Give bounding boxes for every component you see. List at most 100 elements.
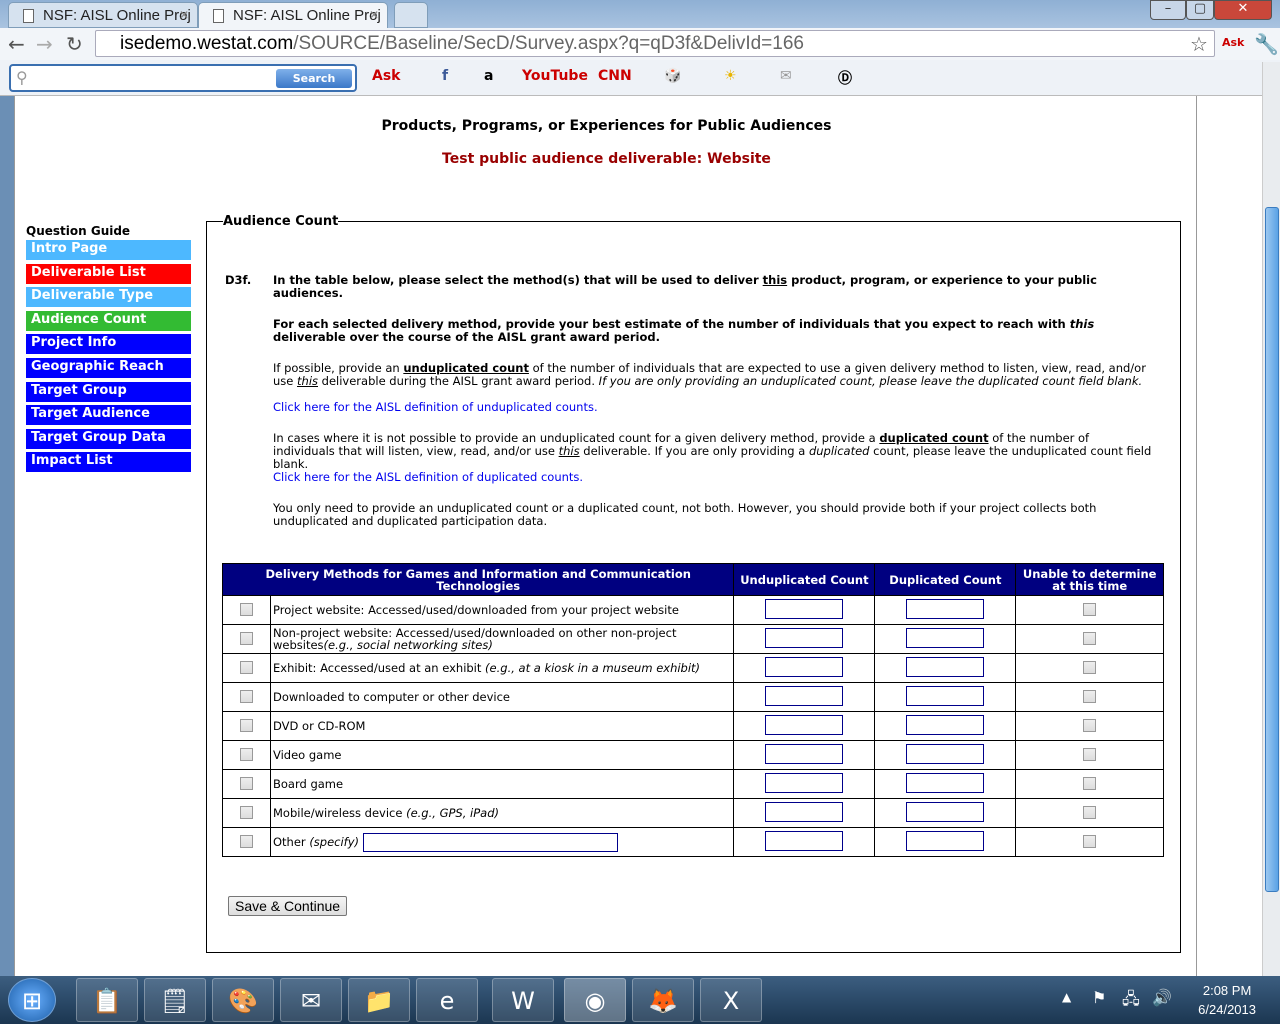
- facebook-icon[interactable]: f: [442, 68, 448, 84]
- toolbar-search-button[interactable]: Search: [276, 69, 352, 88]
- guide-item-impact-list[interactable]: Impact List: [26, 452, 191, 473]
- method-checkbox[interactable]: [240, 631, 253, 645]
- amazon-icon[interactable]: a: [484, 68, 493, 84]
- clock[interactable]: 2:08 PM 6/24/2013: [1198, 981, 1256, 1019]
- wrench-icon[interactable]: 🔧: [1254, 32, 1279, 56]
- unable-to-determine-checkbox[interactable]: [1083, 747, 1097, 761]
- unable-to-determine-checkbox[interactable]: [1083, 689, 1097, 703]
- duplicated-definition-link[interactable]: Click here for the AISL definition of du…: [273, 471, 583, 484]
- guide-item-audience-count[interactable]: Audience Count: [26, 310, 191, 331]
- ask-icon[interactable]: Ask: [372, 68, 400, 84]
- unduplicated-count-input[interactable]: [765, 744, 844, 764]
- chrome-taskbar-icon[interactable]: ◉: [564, 978, 626, 1022]
- guide-item-deliverable-list[interactable]: Deliverable List: [26, 263, 191, 284]
- duplicated-count-input[interactable]: [906, 628, 985, 648]
- network-icon[interactable]: 🖧: [1122, 988, 1140, 1015]
- guide-item-geographic-reach[interactable]: Geographic Reach: [26, 357, 191, 378]
- guide-item-target-group-data[interactable]: Target Group Data: [26, 428, 191, 449]
- duplicated-count-input[interactable]: [906, 831, 985, 851]
- maximize-button[interactable]: ▢: [1186, 0, 1214, 20]
- weather-icon[interactable]: ☀: [724, 68, 737, 84]
- unduplicated-count-input[interactable]: [765, 831, 844, 851]
- method-checkbox[interactable]: [240, 689, 253, 703]
- method-checkbox[interactable]: [240, 660, 253, 674]
- outlook-taskbar-icon[interactable]: ✉: [280, 978, 342, 1022]
- sticky-notes-taskbar-icon[interactable]: 🗒: [144, 978, 206, 1022]
- unable-to-determine-checkbox[interactable]: [1083, 660, 1097, 674]
- method-label-cell: Downloaded to computer or other device: [269, 682, 735, 712]
- guide-item-project-info[interactable]: Project Info: [26, 334, 191, 355]
- duplicated-count-input[interactable]: [906, 715, 985, 735]
- instruction-1: In the table below, please select the me…: [273, 273, 1097, 300]
- guide-item-target-audience[interactable]: Target Audience: [26, 405, 191, 426]
- unduplicated-definition-link[interactable]: Click here for the AISL definition of un…: [273, 401, 598, 414]
- back-icon[interactable]: ←: [8, 32, 25, 56]
- method-checkbox[interactable]: [240, 747, 253, 761]
- dictionary-icon[interactable]: Ⓓ: [838, 68, 852, 88]
- duplicated-count-input[interactable]: [906, 802, 985, 822]
- paint-taskbar-icon[interactable]: 🎨: [212, 978, 274, 1022]
- instruction-2: For each selected delivery method, provi…: [273, 317, 1095, 344]
- reload-icon[interactable]: ↻: [66, 32, 83, 56]
- unduplicated-count-input[interactable]: [765, 628, 844, 648]
- save-continue-button[interactable]: Save & Continue: [228, 896, 348, 916]
- unduplicated-count-input[interactable]: [765, 802, 844, 822]
- guide-item-intro-page[interactable]: Intro Page: [26, 240, 191, 260]
- mail-icon[interactable]: ✉: [780, 68, 792, 84]
- firefox-taskbar-icon[interactable]: 🦊: [632, 978, 694, 1022]
- duplicated-count-input[interactable]: [906, 657, 985, 677]
- start-button[interactable]: ⊞: [8, 978, 56, 1022]
- unable-to-determine-checkbox[interactable]: [1083, 776, 1097, 790]
- other-specify-input[interactable]: [363, 832, 619, 852]
- tray-expand-icon[interactable]: ▲: [1062, 990, 1071, 1004]
- unduplicated-cell: [733, 624, 876, 654]
- page-margin: [1197, 96, 1262, 976]
- close-tab-icon[interactable]: ✕: [179, 8, 189, 22]
- explorer-taskbar-icon[interactable]: 📁: [348, 978, 410, 1022]
- youtube-icon[interactable]: YouTube: [522, 68, 588, 84]
- unduplicated-count-input[interactable]: [765, 599, 844, 619]
- duplicated-count-input[interactable]: [906, 599, 985, 619]
- duplicated-count-input[interactable]: [906, 686, 985, 706]
- star-icon[interactable]: ☆: [1190, 32, 1208, 56]
- word-taskbar-icon[interactable]: W: [492, 978, 554, 1022]
- unable-to-determine-checkbox[interactable]: [1083, 602, 1097, 616]
- method-checkbox[interactable]: [240, 834, 253, 848]
- browser-tab-active[interactable]: NSF: AISL Online Proj ✕: [198, 2, 388, 28]
- ask-extension-icon[interactable]: Ask: [1222, 36, 1244, 49]
- new-tab-button[interactable]: [394, 2, 428, 28]
- unable-to-determine-checkbox[interactable]: [1083, 718, 1097, 732]
- minimize-button[interactable]: –: [1150, 0, 1186, 20]
- unduplicated-count-input[interactable]: [765, 657, 844, 677]
- scrollbar[interactable]: [1262, 62, 1280, 976]
- duplicated-count-input[interactable]: [906, 773, 985, 793]
- toolbar-search-input[interactable]: ⚲ Search: [9, 64, 357, 92]
- table-row: Non-project website: Accessed/used/downl…: [222, 624, 1164, 654]
- guide-item-target-group[interactable]: Target Group: [26, 381, 191, 402]
- notepad-taskbar-icon[interactable]: 📋: [76, 978, 138, 1022]
- method-checkbox[interactable]: [240, 805, 253, 819]
- method-checkbox[interactable]: [240, 718, 253, 732]
- volume-icon[interactable]: 🔊: [1152, 988, 1172, 1007]
- unable-to-determine-checkbox[interactable]: [1083, 805, 1097, 819]
- address-bar[interactable]: isedemo.westat.com/SOURCE/Baseline/SecD/…: [95, 30, 1215, 57]
- cnn-icon[interactable]: CNN: [598, 68, 632, 84]
- games-icon[interactable]: 🎲: [664, 68, 681, 84]
- scrollbar-thumb[interactable]: [1265, 207, 1279, 892]
- method-checkbox[interactable]: [240, 776, 253, 790]
- excel-taskbar-icon[interactable]: X: [700, 978, 762, 1022]
- unable-to-determine-checkbox[interactable]: [1083, 631, 1097, 645]
- forward-icon[interactable]: →: [36, 32, 53, 56]
- unduplicated-count-input[interactable]: [765, 773, 844, 793]
- flag-icon[interactable]: ⚑: [1092, 988, 1106, 1007]
- unable-to-determine-checkbox[interactable]: [1083, 834, 1097, 848]
- close-window-button[interactable]: ✕: [1214, 0, 1272, 20]
- unduplicated-count-input[interactable]: [765, 715, 844, 735]
- guide-item-deliverable-type[interactable]: Deliverable Type: [26, 287, 191, 308]
- duplicated-count-input[interactable]: [906, 744, 985, 764]
- ie-taskbar-icon[interactable]: e: [416, 978, 478, 1022]
- unduplicated-count-input[interactable]: [765, 686, 844, 706]
- method-checkbox[interactable]: [240, 602, 253, 616]
- close-tab-icon[interactable]: ✕: [369, 8, 379, 22]
- browser-tab[interactable]: NSF: AISL Online Proj ✕: [8, 2, 198, 28]
